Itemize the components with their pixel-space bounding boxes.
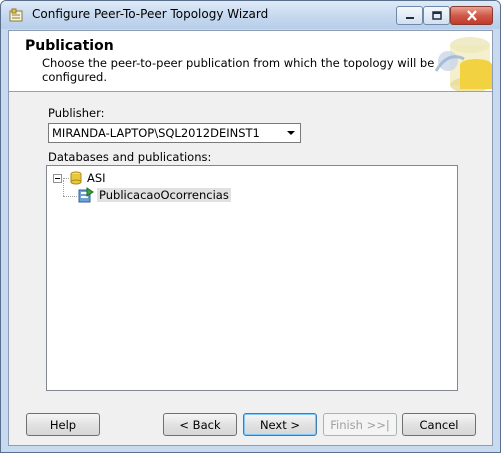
database-name: ASI [87,171,106,185]
close-icon [466,10,477,21]
chevron-down-icon[interactable] [282,124,300,142]
databases-label: Databases and publications: [48,150,212,164]
next-button-label: Next > [259,417,301,432]
tree-connector [63,177,69,179]
publication-icon [78,187,94,203]
publisher-label: Publisher: [48,106,105,120]
databases-tree[interactable]: ASI PublicacaoOcorrencias [46,165,458,391]
page-description: Choose the peer-to-peer publication from… [42,56,435,84]
close-button[interactable] [450,6,493,25]
database-banner-icon [434,37,492,91]
publication-name: PublicacaoOcorrencias [97,188,231,202]
maximize-icon [431,11,442,20]
tree-node-publication[interactable]: PublicacaoOcorrencias [78,187,231,203]
wizard-body: Publication Choose the peer-to-peer publ… [8,30,493,446]
back-button-label: < Back [179,417,221,432]
publisher-value: MIRANDA-LAPTOP\SQL2012DEINST1 [52,126,260,140]
back-button[interactable]: < Back [163,413,237,436]
collapse-icon[interactable] [53,173,62,183]
finish-button[interactable]: Finish >>| [323,413,397,436]
minimize-icon [405,16,414,19]
tree-node-database[interactable]: ASI [53,171,106,185]
wizard-app-icon [8,7,24,23]
wizard-window: Configure Peer-To-Peer Topology Wizard P… [0,0,501,453]
minimize-button[interactable] [396,6,423,25]
help-button[interactable]: Help [26,413,100,436]
maximize-button[interactable] [423,6,450,25]
title-bar[interactable]: Configure Peer-To-Peer Topology Wizard [1,1,500,29]
help-button-label: Help [49,417,77,432]
next-button[interactable]: Next > [243,413,317,436]
page-title: Publication [25,38,114,54]
publisher-dropdown[interactable]: MIRANDA-LAPTOP\SQL2012DEINST1 [48,123,301,143]
window-title: Configure Peer-To-Peer Topology Wizard [32,7,269,21]
database-icon [70,171,82,185]
finish-button-label: Finish >>| [330,417,390,432]
cancel-button[interactable]: Cancel [402,413,476,436]
wizard-header: Publication Choose the peer-to-peer publ… [9,31,492,92]
tree-connector [63,196,77,197]
cancel-button-label: Cancel [419,417,459,432]
